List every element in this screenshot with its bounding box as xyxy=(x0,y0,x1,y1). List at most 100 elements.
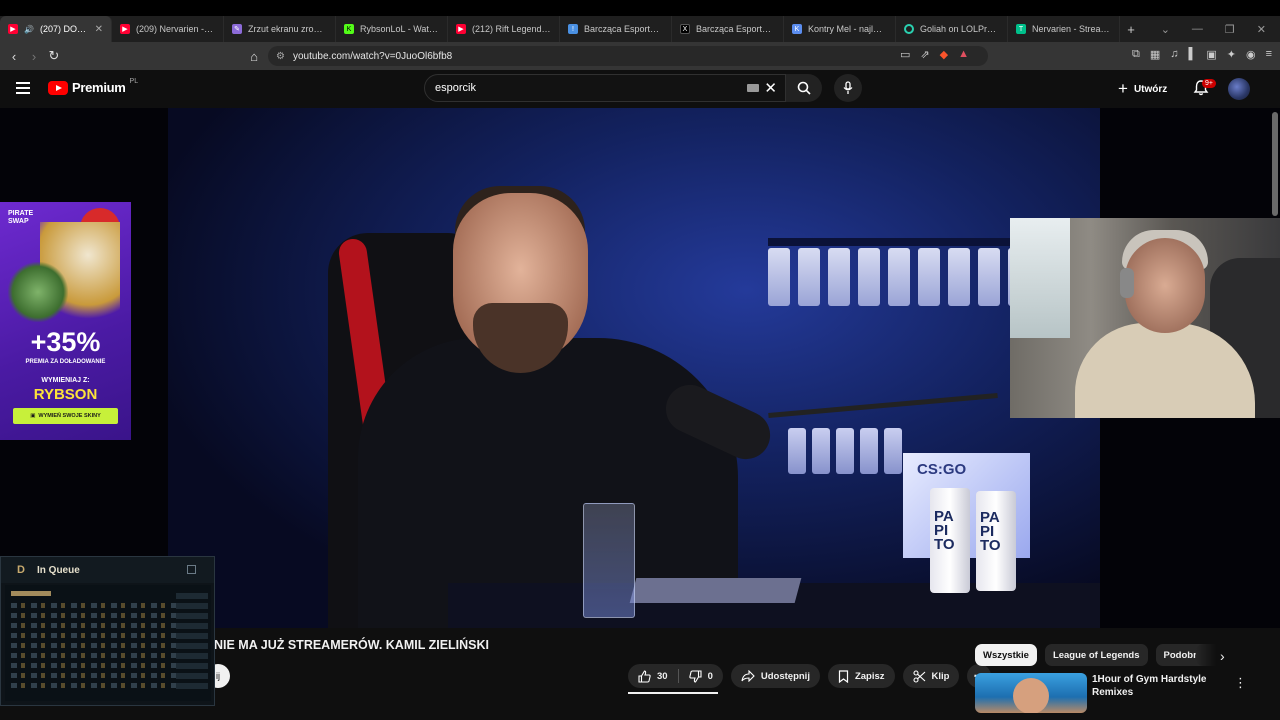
rewards-icon[interactable]: ▲ xyxy=(958,48,969,61)
forward-icon[interactable]: › xyxy=(24,49,44,64)
tab-3[interactable]: K RybsonLoL - Watch th xyxy=(336,16,448,42)
ad-cta-button[interactable]: ▣ WYMIEŃ SWOJE SKINY xyxy=(13,408,118,424)
kebab-menu-icon[interactable]: ⋮ xyxy=(1234,675,1247,691)
share-icon[interactable]: ⇗ xyxy=(920,48,929,61)
extensions-icon[interactable]: ⧉ xyxy=(1132,48,1140,61)
create-button[interactable]: + Utwórz xyxy=(1118,78,1167,100)
window xyxy=(1010,218,1070,338)
ad-code: RYBSON xyxy=(33,386,98,403)
dislike-count: 0 xyxy=(707,670,713,682)
vpn-icon[interactable]: ◉ xyxy=(1246,48,1256,61)
reload-icon[interactable]: ↻ xyxy=(44,48,64,64)
preview-row xyxy=(11,663,181,668)
clear-search-icon[interactable]: ✕ xyxy=(764,79,777,97)
brave-shield-icon[interactable]: ◆ xyxy=(940,48,948,61)
chevron-right-icon[interactable]: › xyxy=(1220,648,1225,664)
tab-title: RybsonLoL - Watch th xyxy=(360,24,439,34)
queue-title: In Queue xyxy=(37,564,80,576)
match-history-preview xyxy=(5,585,211,701)
swap-icon: ▣ xyxy=(30,413,36,419)
tab-title: (209) Nervarien - YouT xyxy=(136,24,215,34)
tab-9[interactable]: T Nervarien - Streams L xyxy=(1008,16,1120,42)
league-logo-icon: D xyxy=(17,564,25,576)
clip-label: Klip xyxy=(931,670,950,682)
install-icon[interactable]: ▭ xyxy=(900,48,910,61)
save-label: Zapisz xyxy=(854,670,885,682)
tab-title: Goliah on LOLPros.GG xyxy=(920,24,999,34)
sidebar-icon[interactable]: ▦ xyxy=(1150,48,1160,61)
leo-ai-icon[interactable]: ✦ xyxy=(1227,48,1236,61)
like-count: 30 xyxy=(657,670,668,682)
tab-1[interactable]: ▶ (209) Nervarien - YouT xyxy=(112,16,224,42)
save-button[interactable]: Zapisz xyxy=(827,664,895,688)
pirateswap-ad[interactable]: PIRATE SWAP +35% PREMIA ZA DOŁADOWANIE W… xyxy=(0,202,131,440)
avatar[interactable] xyxy=(1228,78,1250,100)
share-arrow-icon xyxy=(741,670,755,682)
youtube-favicon-icon: ▶ xyxy=(8,24,18,34)
tt-favicon-icon: T xyxy=(1016,24,1026,34)
chip-overflow-fade xyxy=(1196,644,1216,666)
can-label: PA PI TO xyxy=(934,508,955,553)
close-window-icon[interactable]: ✕ xyxy=(1257,23,1266,36)
recommended-video-title[interactable]: 1Hour of Gym Hardstyle Remixes xyxy=(1092,673,1212,699)
share-button[interactable]: Udostępnij xyxy=(730,664,820,688)
lolpros-favicon-icon xyxy=(904,24,914,34)
wallet-icon[interactable]: ▣ xyxy=(1206,48,1216,61)
chip-league-of-legends[interactable]: League of Legends xyxy=(1044,644,1148,666)
site-info-icon[interactable]: ⚙ xyxy=(276,51,285,62)
search-button[interactable] xyxy=(786,74,822,102)
youtube-logo[interactable]: Premium PL xyxy=(48,78,138,95)
ad-subtitle: PREMIA ZA DOŁADOWANIE xyxy=(25,359,106,365)
voice-search-button[interactable] xyxy=(834,74,862,102)
video-frame: CS:GO PA PI TO PA PI TO xyxy=(168,108,1100,628)
preview-row xyxy=(11,613,181,618)
panel-icon[interactable]: ▌ xyxy=(1189,48,1197,61)
tab-7[interactable]: K Kontry Mel - najlepsze xyxy=(784,16,896,42)
tab-6[interactable]: X Barcząca Esports (@ba xyxy=(672,16,784,42)
menu-icon[interactable]: ≡ xyxy=(1266,48,1272,61)
mic-arm xyxy=(768,392,998,419)
music-icon[interactable]: ♫ xyxy=(1170,48,1178,61)
recommended-video-thumbnail[interactable] xyxy=(975,673,1087,713)
streamer-face xyxy=(1125,238,1205,333)
tab-title: Nervarien - Streams L xyxy=(1032,24,1111,34)
preview-row xyxy=(11,673,181,678)
search-query: esporcik xyxy=(435,82,476,94)
clip-button[interactable]: Klip xyxy=(902,664,960,688)
video-actions: 30 0 Udostępnij Zapisz Klip ⋯ xyxy=(628,664,992,694)
scrollbar[interactable] xyxy=(1272,112,1278,216)
preview-row xyxy=(11,603,181,608)
tab-2[interactable]: ✎ Zrzut ekranu zrobiony xyxy=(224,16,336,42)
dislike-button[interactable]: 0 xyxy=(679,664,723,688)
water-glass xyxy=(583,503,635,618)
url-text: youtube.com/watch?v=0JuoOl6bfb8 xyxy=(292,50,453,62)
preview-row xyxy=(11,653,181,658)
hamburger-menu-icon[interactable] xyxy=(16,82,30,94)
tab-title: Kontry Mel - najlepsze xyxy=(808,24,887,34)
bookmark-save-icon xyxy=(838,669,849,683)
back-icon[interactable]: ‹ xyxy=(4,49,24,64)
tab-8[interactable]: Goliah on LOLPros.GG xyxy=(896,16,1008,42)
tab-0[interactable]: ▶ 🔊 (207) DOBRZE ✕ xyxy=(0,16,112,42)
like-button[interactable]: 30 xyxy=(628,664,678,688)
youtube-header: Premium PL esporcik ✕ + Utwórz xyxy=(0,70,1280,108)
tab-5[interactable]: ! Barcząca Esports - Lea xyxy=(560,16,672,42)
minimize-icon[interactable]: — xyxy=(1192,23,1203,36)
close-tab-icon[interactable]: ✕ xyxy=(95,24,103,35)
tab-search-icon[interactable]: ⌄ xyxy=(1161,23,1170,36)
lol-queue-overlay[interactable]: D In Queue xyxy=(0,556,215,706)
new-tab-icon[interactable]: + xyxy=(1120,22,1142,37)
search-input[interactable]: esporcik ✕ xyxy=(424,74,786,102)
tab-4[interactable]: ▶ (212) Rift Legends - Y xyxy=(448,16,560,42)
video-player[interactable]: CS:GO PA PI TO PA PI TO PIRATE SWAP +35%… xyxy=(0,108,1280,628)
browser-tab-strip: ▶ 🔊 (207) DOBRZE ✕ ▶ (209) Nervarien - Y… xyxy=(0,16,1280,42)
lower-shelf-cans xyxy=(788,428,902,474)
restore-icon[interactable]: ❐ xyxy=(1225,23,1235,36)
keyboard-icon[interactable] xyxy=(747,84,759,92)
expand-icon[interactable] xyxy=(187,565,196,574)
x-favicon-icon: X xyxy=(680,24,690,34)
address-bar[interactable]: ⚙ youtube.com/watch?v=0JuoOl6bfb8 xyxy=(268,46,988,66)
bookmark-icon[interactable]: ⌂ xyxy=(244,49,264,64)
chip-all[interactable]: Wszystkie xyxy=(975,644,1037,666)
microphone-icon xyxy=(843,81,853,94)
